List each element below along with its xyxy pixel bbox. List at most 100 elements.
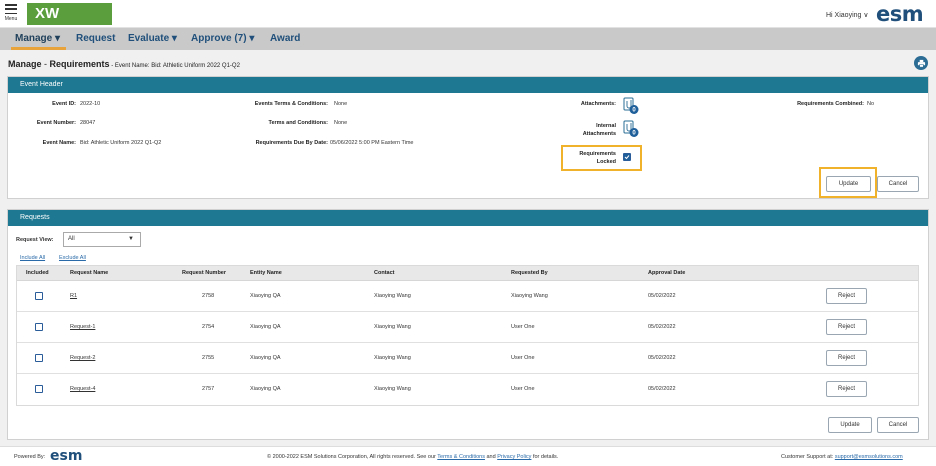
- nav-evaluate[interactable]: Evaluate ▾: [128, 28, 177, 50]
- reject-button[interactable]: Reject: [826, 350, 867, 366]
- requested-by: User One: [511, 355, 535, 361]
- requirements-locked-checkbox[interactable]: [623, 153, 631, 161]
- locked-label-line2: Locked: [596, 159, 616, 165]
- include-all-link[interactable]: Include All: [20, 255, 45, 261]
- request-name-link[interactable]: Request-4: [70, 386, 95, 392]
- due-date-label: Requirements Due By Date:: [255, 140, 328, 146]
- event-number-label: Event Number:: [36, 120, 76, 126]
- event-header-panel: Event Header: [7, 76, 929, 199]
- col-approval-date: Approval Date: [648, 270, 686, 276]
- footer: Powered By: esm © 2000-2022 ESM Solution…: [0, 446, 936, 466]
- internal-attachments-label: Internal Attachments: [560, 122, 616, 138]
- col-requested-by: Requested By: [511, 270, 548, 276]
- due-date-value: 05/06/2022 5:00 PM Eastern Time: [330, 140, 414, 146]
- privacy-link[interactable]: Privacy Policy: [497, 454, 531, 460]
- main-nav: Manage ▾ Request Evaluate ▾ Approve (7) …: [0, 28, 936, 50]
- requested-by: User One: [511, 324, 535, 330]
- hamburger-icon: [5, 4, 17, 14]
- row-included-checkbox[interactable]: [35, 292, 43, 300]
- internal-label-line1: Internal: [596, 123, 616, 129]
- request-name-link[interactable]: Request-2: [70, 355, 95, 361]
- powered-by-label: Powered By:: [14, 454, 46, 460]
- breadcrumb-manage[interactable]: Manage: [8, 59, 42, 69]
- terms-link[interactable]: Terms & Conditions: [437, 454, 485, 460]
- approval-date: 05/02/2022: [648, 293, 676, 299]
- event-id-label: Event ID:: [52, 101, 76, 107]
- request-name-link[interactable]: Request-1: [70, 324, 95, 330]
- requests-table: Included Request Name Request Number Ent…: [16, 265, 919, 406]
- paperclip-document-icon: 0: [623, 97, 639, 114]
- breadcrumb: Manage - Requirements - Event Name: Bid:…: [8, 59, 240, 69]
- menu-label: Menu: [4, 16, 18, 22]
- table-row: R1 2758 Xiaoying QA Xiaoying Wang Xiaoyi…: [17, 281, 918, 312]
- reject-button[interactable]: Reject: [826, 319, 867, 335]
- event-name-value: Bid: Athletic Uniform 2022 Q1-Q2: [80, 140, 162, 146]
- contact: Xiaoying Wang: [374, 386, 411, 392]
- footer-esm-logo: esm: [50, 448, 83, 464]
- contact: Xiaoying Wang: [374, 355, 411, 361]
- esm-brand-logo: esm: [876, 2, 924, 26]
- header-cancel-button[interactable]: Cancel: [877, 176, 919, 192]
- approval-date: 05/02/2022: [648, 386, 676, 392]
- row-included-checkbox[interactable]: [35, 354, 43, 362]
- col-request-name: Request Name: [70, 270, 109, 276]
- nav-request[interactable]: Request: [76, 28, 115, 50]
- request-view-select[interactable]: All ▼: [63, 232, 141, 247]
- attachments-button[interactable]: 0: [622, 97, 639, 114]
- entity-name: Xiaoying QA: [250, 324, 281, 330]
- support-email-link[interactable]: support@esmsolutions.com: [835, 454, 903, 460]
- requested-by: Xiaoying Wang: [511, 293, 548, 299]
- college-logo[interactable]: XW College: [27, 3, 112, 44]
- paperclip-document-icon: 0: [623, 120, 639, 137]
- terms-conditions-label: Terms and Conditions:: [268, 120, 328, 126]
- nav-approve[interactable]: Approve (7) ▾: [191, 28, 254, 50]
- row-included-checkbox[interactable]: [35, 385, 43, 393]
- request-view-value: All: [68, 236, 75, 242]
- event-id-value: 2022-10: [80, 101, 101, 107]
- support-label: Customer Support at:: [781, 454, 835, 460]
- header-update-button[interactable]: Update: [826, 176, 871, 192]
- internal-attachments-button[interactable]: 0: [622, 120, 639, 137]
- approval-date: 05/02/2022: [648, 355, 676, 361]
- requested-by: User One: [511, 386, 535, 392]
- dropdown-arrow-icon: ▼: [128, 236, 134, 242]
- internal-label-line2: Attachments: [582, 131, 616, 137]
- contact: Xiaoying Wang: [374, 324, 411, 330]
- copyright-text: © 2000-2022 ESM Solutions Corporation, A…: [267, 454, 558, 460]
- requirements-combined-value: No: [867, 101, 875, 107]
- top-bar: Menu XW College Hi Xiaoying ∨ esm: [0, 0, 936, 44]
- customer-support: Customer Support at: support@esmsolution…: [781, 454, 903, 460]
- entity-name: Xiaoying QA: [250, 355, 281, 361]
- terms-conditions-value: None: [334, 120, 348, 126]
- entity-name: Xiaoying QA: [250, 386, 281, 392]
- nav-award[interactable]: Award: [270, 28, 300, 50]
- reject-button[interactable]: Reject: [826, 288, 867, 304]
- request-number: 2755: [202, 355, 215, 361]
- event-number-value: 28047: [80, 120, 96, 126]
- copyright-post: for details.: [531, 454, 559, 460]
- request-name-link[interactable]: R1: [70, 293, 77, 299]
- attachments-label: Attachments:: [580, 101, 616, 107]
- exclude-all-link[interactable]: Exclude All: [59, 255, 86, 261]
- request-view-label: Request View:: [16, 237, 54, 243]
- breadcrumb-event-name: - Event Name: Bid: Athletic Uniform 2022…: [109, 63, 240, 69]
- requirements-locked-label: Requirements Locked: [562, 150, 616, 166]
- requests-update-button[interactable]: Update: [828, 417, 872, 433]
- col-contact: Contact: [374, 270, 395, 276]
- row-included-checkbox[interactable]: [35, 323, 43, 331]
- user-greeting-menu[interactable]: Hi Xiaoying ∨: [826, 11, 868, 19]
- col-included: Included: [26, 270, 49, 276]
- menu-button[interactable]: Menu: [4, 4, 18, 26]
- request-number: 2758: [202, 293, 215, 299]
- requests-title: Requests: [8, 210, 928, 226]
- table-row: Request-2 2755 Xiaoying QA Xiaoying Wang…: [17, 343, 918, 374]
- reject-button[interactable]: Reject: [826, 381, 867, 397]
- contact: Xiaoying Wang: [374, 293, 411, 299]
- print-button[interactable]: [914, 56, 928, 70]
- request-number: 2754: [202, 324, 215, 330]
- nav-manage[interactable]: Manage ▾: [11, 28, 66, 50]
- event-header-title: Event Header: [8, 77, 928, 93]
- requests-cancel-button[interactable]: Cancel: [877, 417, 919, 433]
- locked-label-line1: Requirements: [579, 151, 616, 157]
- events-terms-label: Events Terms & Conditions:: [254, 101, 328, 107]
